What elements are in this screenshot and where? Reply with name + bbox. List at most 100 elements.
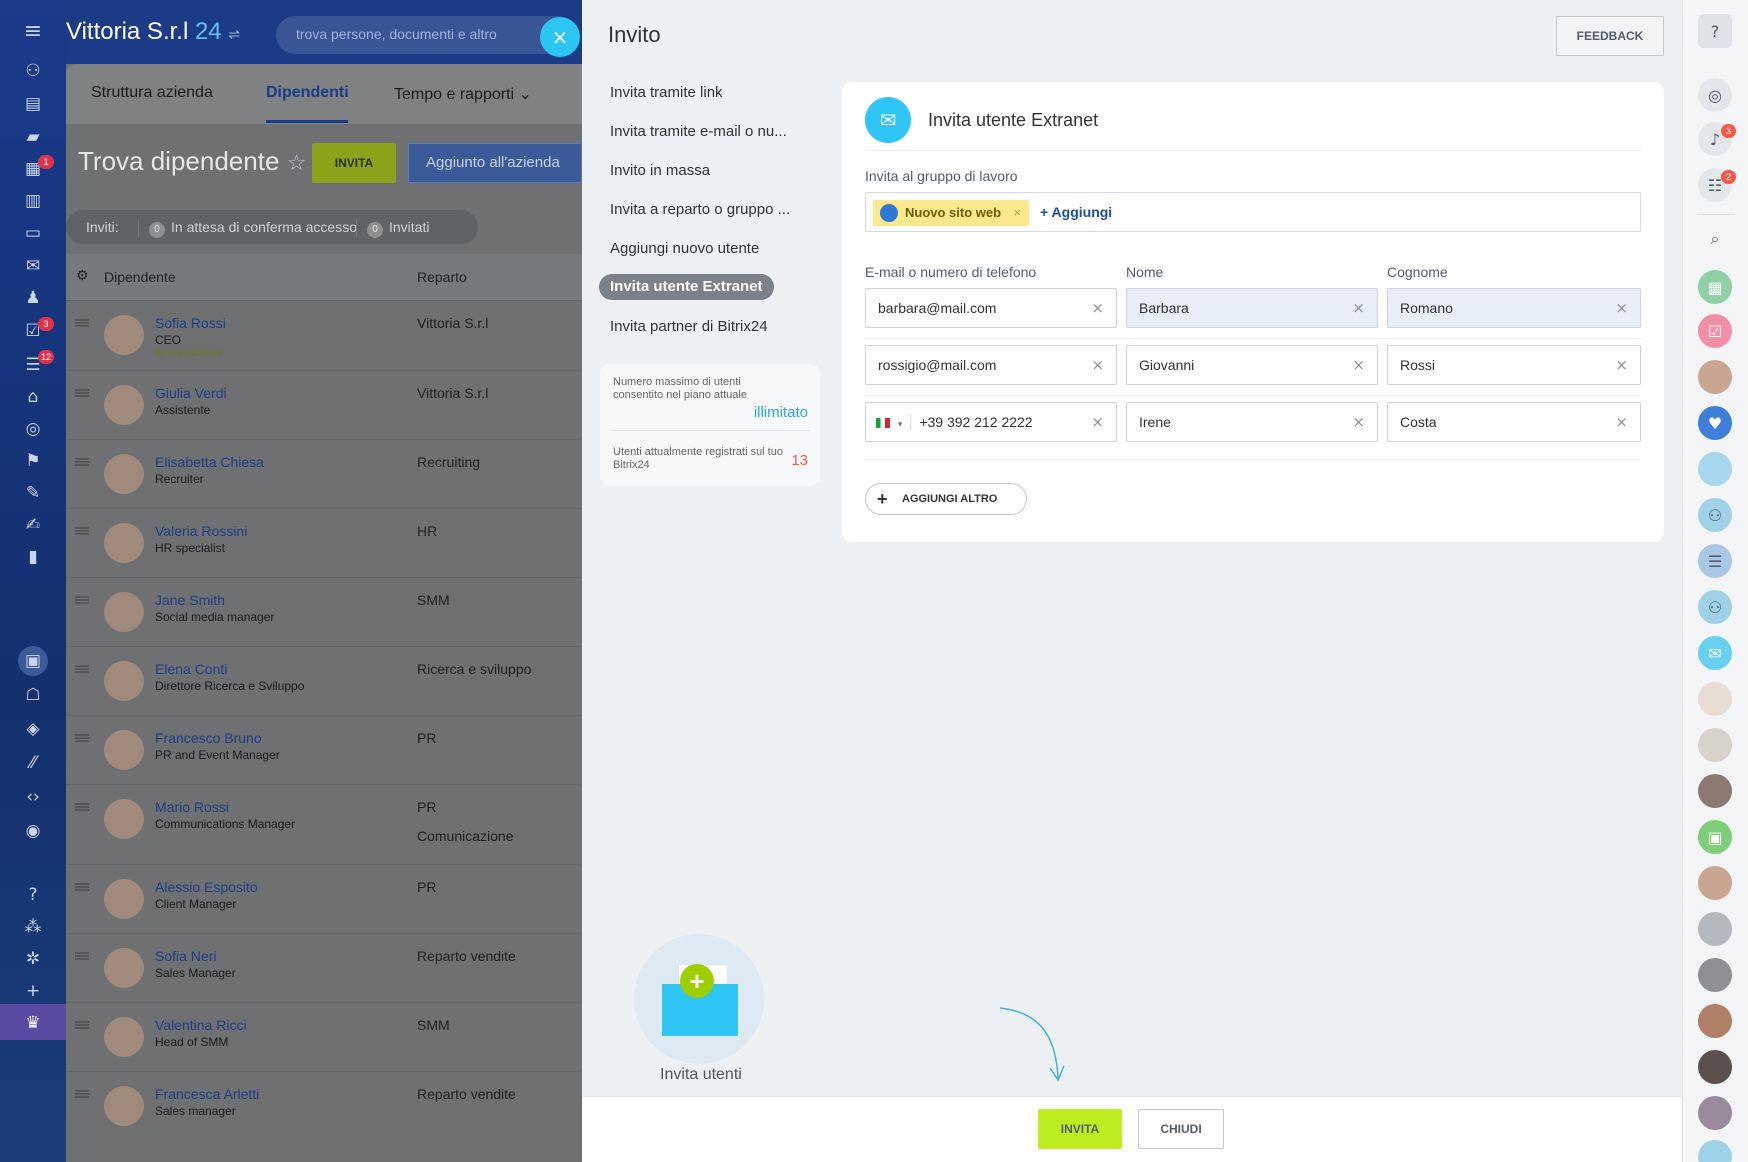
menu-invite-partner[interactable]: Invita partner di Bitrix24 [610,318,768,335]
avatar[interactable] [1698,360,1732,394]
drag-handle-icon[interactable] [75,665,89,673]
avatar[interactable] [104,315,144,355]
clear-icon[interactable]: × [1091,403,1104,441]
avatar[interactable] [1698,912,1732,946]
employee-name[interactable]: Francesca Arletti [155,1086,259,1102]
clear-icon[interactable]: × [1615,289,1628,327]
avatar[interactable] [104,523,144,563]
crm-icon[interactable]: ⚇ [20,60,46,82]
cart-icon[interactable]: ⚑ [20,450,46,472]
name-field[interactable]: Irene × [1126,402,1378,442]
avatar[interactable] [104,454,144,494]
target-icon[interactable]: ◎ [20,418,46,440]
avatar[interactable] [1698,682,1732,716]
employees-icon[interactable]: ▣ [18,646,48,676]
avatar[interactable] [104,1017,144,1057]
drag-handle-icon[interactable] [75,596,89,604]
chevron-down-icon[interactable]: ▾ [898,419,903,429]
tab-time-reports[interactable]: Tempo e rapporti ⌄ [394,84,532,104]
avatar[interactable] [1698,774,1732,808]
clear-icon[interactable]: × [1352,346,1365,384]
drag-handle-icon[interactable] [75,1090,89,1098]
avatar[interactable] [104,799,144,839]
employee-name[interactable]: Valeria Rossini [155,523,247,539]
automation-icon[interactable]: ⁄⁄ [20,752,46,774]
employee-name[interactable]: Jane Smith [155,592,225,608]
copilot-icon[interactable]: ◎ [1698,78,1732,112]
avatar[interactable] [104,1086,144,1126]
group-chat-icon[interactable]: ☰ [1698,544,1732,578]
surname-field[interactable]: Romano × [1387,288,1641,328]
email-field[interactable]: barbara@mail.com × [865,288,1117,328]
employee-name[interactable]: Elena Conti [155,661,227,677]
drag-handle-icon[interactable] [75,527,89,535]
help-icon[interactable]: ? [20,884,46,906]
add-icon[interactable]: + [20,980,46,1002]
store-icon[interactable]: ◈ [20,718,46,740]
menu-icon[interactable]: ≡ [20,19,46,44]
drag-handle-icon[interactable] [75,1021,89,1029]
settings-icon[interactable]: ✲ [20,948,46,970]
employee-name[interactable]: Sofia Neri [155,948,216,964]
analytics-icon[interactable]: ▮ [20,546,46,568]
add-more-button[interactable]: AGGIUNGI ALTRO [865,483,1027,515]
name-field[interactable]: Giovanni × [1126,345,1378,385]
avatar[interactable] [1698,958,1732,992]
employee-name[interactable]: Alessio Esposito [155,879,258,895]
drag-handle-icon[interactable] [75,734,89,742]
drag-handle-icon[interactable] [75,803,89,811]
clear-icon[interactable]: × [1615,346,1628,384]
employee-name[interactable]: Elisabetta Chiesa [155,454,264,470]
feedback-button[interactable]: FEEDBACK [1556,16,1664,56]
employee-name[interactable]: Valentina Ricci [155,1017,247,1033]
drag-handle-icon[interactable] [75,319,89,327]
forms-icon[interactable]: ✎ [20,482,46,504]
crown-icon[interactable]: ♛ [20,1012,46,1034]
sitemap-icon[interactable]: ⁂ [20,916,46,938]
news-feed-icon[interactable]: ▤ [20,93,46,115]
avatar[interactable] [104,592,144,632]
close-button[interactable]: CHIUDI [1138,1109,1224,1149]
drag-handle-icon[interactable] [75,389,89,397]
name-field[interactable]: Barbara × [1126,288,1378,328]
employee-name[interactable]: Sofia Rossi [155,315,226,331]
employee-name[interactable]: Mario Rossi [155,799,229,815]
avatar[interactable] [104,661,144,701]
group-chat-icon[interactable]: ⚇ [1698,498,1732,532]
clear-icon[interactable]: × [1352,403,1365,441]
flag-italy-icon[interactable] [876,418,890,429]
portal-title[interactable]: Vittoria S.r.l 24 ⇌ [66,18,240,46]
avatar[interactable] [104,879,144,919]
tab-structure[interactable]: Struttura azienda [91,84,213,102]
gear-icon[interactable]: ⚙ [76,268,89,284]
tasks-icon[interactable]: ☑ [1698,314,1732,348]
menu-invite-link[interactable]: Invita tramite link [610,84,723,101]
groups-icon[interactable]: ♟ [20,287,46,309]
employee-name[interactable]: Francesco Bruno [155,730,262,746]
surname-field[interactable]: Rossi × [1387,345,1641,385]
drive-icon[interactable]: ▭ [20,222,46,244]
menu-invite-department[interactable]: Invita a reparto o gruppo ... [610,201,790,218]
menu-invite-extranet[interactable]: Invita utente Extranet [599,274,774,300]
card-icon[interactable]: ▣ [1698,820,1732,854]
clear-icon[interactable]: × [1615,403,1628,441]
group-chat-icon[interactable]: ⚇ [1698,590,1732,624]
drag-handle-icon[interactable] [75,883,89,891]
drag-handle-icon[interactable] [75,952,89,960]
invite-button[interactable]: INVITA [1038,1109,1122,1149]
message-icon[interactable]: ✉ [1698,636,1732,670]
avatar[interactable] [1698,728,1732,762]
surname-field[interactable]: Costa × [1387,402,1641,442]
avatar[interactable] [1698,1096,1732,1130]
search-icon[interactable]: ⌕ [1698,222,1732,256]
avatar[interactable] [1698,1004,1732,1038]
developer-icon[interactable]: ‹› [20,786,46,808]
like-icon[interactable]: ♥ [1698,406,1732,440]
menu-invite-email[interactable]: Invita tramite e-mail o nu... [610,123,787,140]
more-icon[interactable]: ◉ [20,820,46,842]
avatar[interactable] [104,385,144,425]
avatar[interactable] [1698,1140,1732,1162]
search-input[interactable]: trova persone, documenti e altro [276,16,576,54]
help-icon[interactable]: ? [1698,14,1732,48]
add-group-link[interactable]: + Aggiungi [1040,204,1112,220]
